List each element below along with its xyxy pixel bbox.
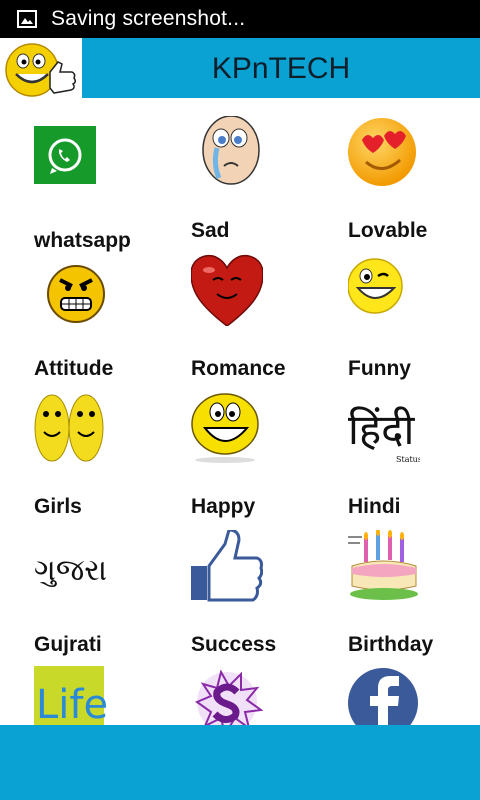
category-label: Birthday: [348, 633, 434, 656]
birthday-cake-icon: [348, 530, 418, 600]
category-grid: whatsapp Sad Lovable Attitude Romance Fu…: [0, 98, 480, 725]
category-life[interactable]: Life: [34, 666, 174, 725]
bottom-bar: [0, 725, 480, 800]
girls-faces-icon: [34, 394, 104, 462]
svg-text:Life: Life: [36, 682, 106, 725]
thumbs-up-icon: [191, 530, 263, 602]
status-bar: Saving screenshot...: [0, 0, 480, 38]
image-icon: [17, 10, 37, 28]
category-label: Happy: [191, 495, 256, 518]
category-gujrati[interactable]: ગુજરાતી Gujrati: [34, 530, 174, 668]
facebook-icon: [348, 668, 418, 725]
s-logo-icon: [194, 669, 263, 725]
category-label: Lovable: [348, 219, 428, 242]
category-label: Attitude: [34, 357, 114, 380]
category-label: Girls: [34, 495, 82, 518]
svg-text:ગુજરાતી: ગુજરાતી: [34, 553, 106, 588]
category-whatsapp[interactable]: whatsapp: [34, 126, 174, 264]
app-bar: KPnTECH: [0, 38, 480, 98]
app-title: KPnTECH: [211, 52, 351, 85]
category-romance[interactable]: Romance: [191, 254, 331, 392]
category-label: Hindi: [348, 495, 401, 518]
angry-face-icon: [47, 265, 105, 323]
category-label: Funny: [348, 357, 411, 380]
category-facebook[interactable]: [348, 666, 480, 725]
category-birthday[interactable]: Birthday: [348, 530, 480, 668]
heart-eyes-icon: [348, 118, 416, 186]
category-attitude[interactable]: Attitude: [34, 254, 174, 392]
category-label: Success: [191, 633, 277, 656]
category-hindi[interactable]: हिंदी Status Hindi: [348, 392, 480, 530]
svg-text:हिंदी: हिंदी: [348, 405, 415, 454]
sad-face-icon: [202, 116, 260, 185]
category-sad[interactable]: Sad: [191, 116, 331, 254]
category-label: Gujrati: [34, 633, 102, 656]
svg-text:Status: Status: [396, 455, 420, 464]
hindi-text-icon: हिंदी Status: [348, 405, 420, 464]
category-s[interactable]: [191, 666, 331, 725]
category-label: Romance: [191, 357, 286, 380]
wink-face-icon: [348, 258, 403, 314]
status-text: Saving screenshot...: [51, 7, 246, 30]
happy-face-icon: [191, 393, 259, 463]
life-text-icon: Life: [34, 666, 106, 725]
gujarati-text-icon: ગુજરાતી: [34, 553, 106, 588]
heart-face-icon: [191, 254, 263, 326]
smiley-thumbs-up-icon: [5, 43, 77, 97]
whatsapp-icon: [34, 126, 96, 184]
category-funny[interactable]: Funny: [348, 254, 480, 392]
category-lovable[interactable]: Lovable: [348, 116, 480, 254]
category-label: whatsapp: [34, 229, 131, 252]
category-success[interactable]: Success: [191, 530, 331, 668]
category-label: Sad: [191, 219, 230, 242]
category-happy[interactable]: Happy: [191, 392, 331, 530]
logo[interactable]: [0, 38, 82, 98]
category-girls[interactable]: Girls: [34, 392, 174, 530]
